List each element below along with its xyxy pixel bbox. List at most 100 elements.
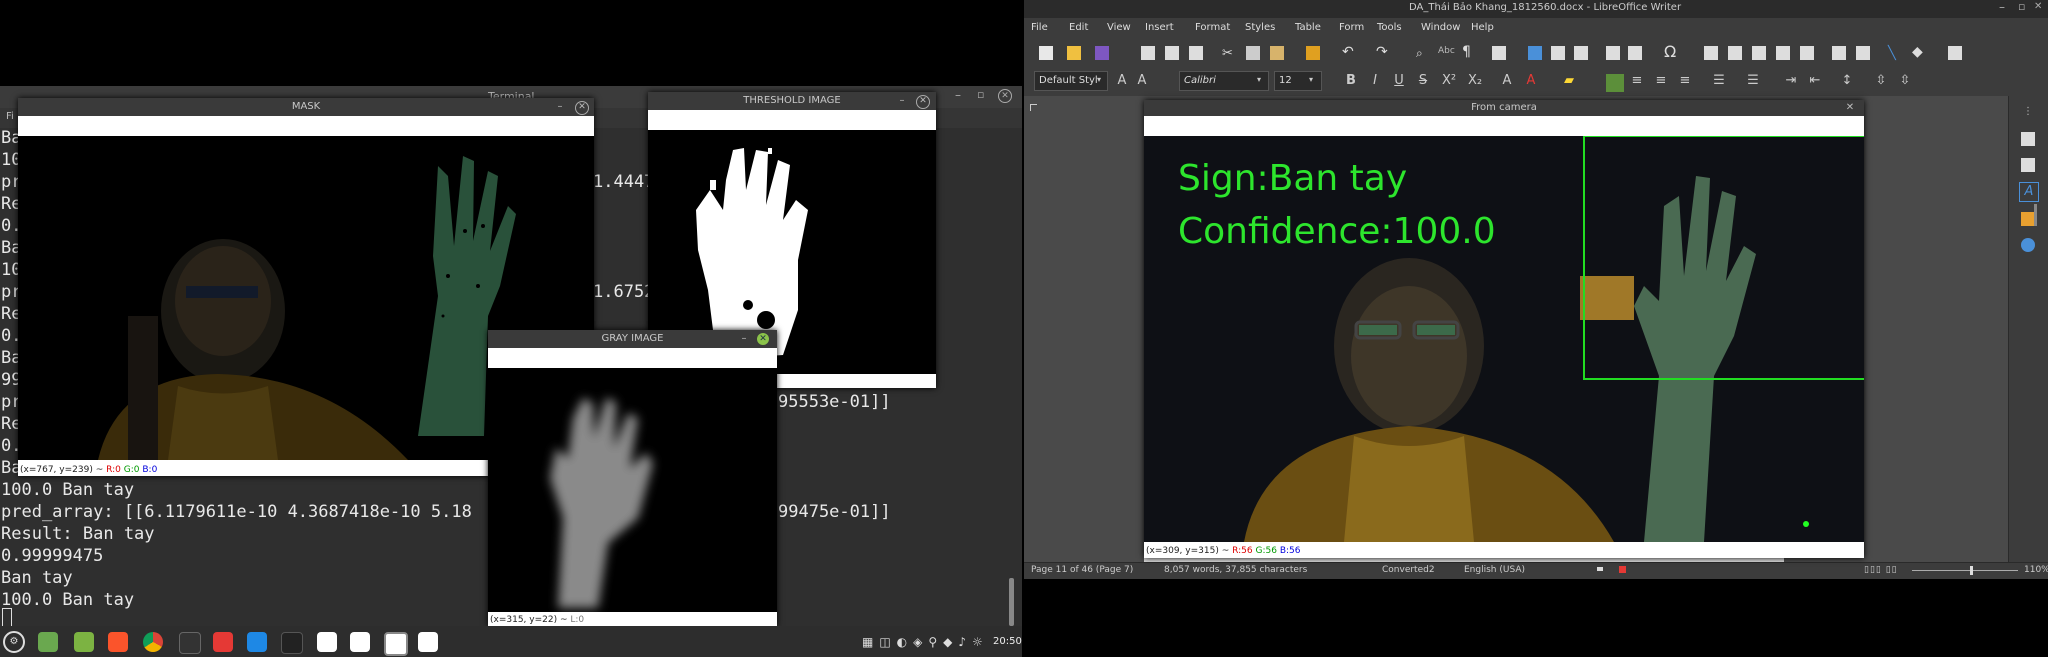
terminal-icon[interactable]: [179, 632, 201, 654]
insert-chart-icon[interactable]: [1551, 46, 1565, 60]
chrome-icon[interactable]: [143, 632, 163, 652]
cross-reference-icon[interactable]: [1800, 46, 1814, 60]
minimize-icon[interactable]: –: [1999, 0, 2005, 14]
pdf-viewer-icon[interactable]: [213, 632, 233, 652]
close-icon[interactable]: ✕: [998, 89, 1012, 103]
decrease-indent-icon[interactable]: ⇤: [1808, 74, 1822, 88]
view-layout-icons[interactable]: ▯▯▯ ▯▯: [1864, 565, 1898, 575]
app-gear-icon[interactable]: [350, 632, 370, 652]
close-icon[interactable]: ✕: [916, 95, 930, 109]
menu-insert[interactable]: Insert: [1145, 22, 1174, 33]
minimize-icon[interactable]: –: [896, 95, 908, 107]
subscript-icon[interactable]: X₂: [1468, 74, 1482, 88]
insert-field-icon[interactable]: [1628, 46, 1642, 60]
page-break-icon[interactable]: [1606, 46, 1620, 60]
basic-shapes-icon[interactable]: ◆: [1912, 44, 1926, 60]
show-desktop-icon[interactable]: [38, 632, 58, 652]
menu-view[interactable]: View: [1107, 22, 1131, 33]
properties-icon[interactable]: [2021, 132, 2035, 146]
justify-icon[interactable]: ≡: [1678, 74, 1692, 88]
sidebar-scrollbar[interactable]: [2034, 204, 2037, 226]
italic-icon[interactable]: I: [1368, 74, 1382, 88]
new-document-icon[interactable]: [1039, 46, 1053, 60]
page-icon[interactable]: [2021, 158, 2035, 172]
numbering-icon[interactable]: ☰: [1746, 74, 1760, 88]
maximize-icon[interactable]: ▫: [2018, 0, 2025, 13]
clear-formatting-icon[interactable]: A: [1500, 74, 1514, 88]
clone-formatting-icon[interactable]: [1306, 46, 1320, 60]
close-icon[interactable]: ✕: [575, 101, 589, 115]
sidebar-menu-icon[interactable]: ⋮: [2023, 106, 2033, 117]
comment-icon[interactable]: [1832, 46, 1846, 60]
paragraph-spacing-icon[interactable]: ⇳: [1874, 74, 1888, 88]
document-modified-icon[interactable]: [1619, 566, 1626, 573]
cut-icon[interactable]: ✂: [1222, 46, 1236, 61]
menu-table[interactable]: Table: [1295, 22, 1321, 33]
font-color-icon[interactable]: A: [1524, 74, 1538, 88]
bookmark-icon[interactable]: [1776, 46, 1790, 60]
print-preview-icon[interactable]: [1189, 46, 1203, 60]
brave-icon[interactable]: [108, 632, 128, 652]
undo-icon[interactable]: ↶: [1342, 44, 1356, 60]
new-style-icon[interactable]: A: [1135, 74, 1149, 88]
navigator-icon[interactable]: [2021, 238, 2035, 252]
line-icon[interactable]: ╲: [1888, 46, 1902, 61]
menu-tools[interactable]: Tools: [1377, 22, 1402, 33]
paragraph-style-dropdown[interactable]: Default Styl ▾: [1034, 71, 1108, 91]
close-icon[interactable]: ✕: [2034, 1, 2042, 12]
page-style[interactable]: Converted2: [1382, 565, 1435, 575]
update-style-icon[interactable]: A: [1115, 74, 1129, 88]
maximize-icon[interactable]: ▫: [977, 88, 984, 101]
menu-file[interactable]: File: [1031, 22, 1048, 33]
terminal2-icon[interactable]: [281, 632, 303, 654]
word-count[interactable]: 8,057 words, 37,855 characters: [1164, 565, 1307, 575]
clock[interactable]: 20:50: [993, 636, 1022, 647]
font-name-dropdown[interactable]: Calibri ▾: [1179, 71, 1269, 91]
terminal-menu-file[interactable]: Fi: [6, 111, 14, 122]
menu-form[interactable]: Form: [1339, 22, 1364, 33]
close-icon[interactable]: ✕: [757, 333, 769, 345]
align-right-icon[interactable]: ≡: [1654, 74, 1668, 88]
files-icon[interactable]: [74, 632, 94, 652]
save-icon[interactable]: [1095, 46, 1109, 60]
menu-edit[interactable]: Edit: [1069, 22, 1088, 33]
styles-icon[interactable]: A: [2019, 182, 2039, 202]
open-folder-icon[interactable]: [1067, 46, 1081, 60]
strikethrough-icon[interactable]: S: [1416, 74, 1430, 88]
spelling-icon[interactable]: Abc: [1438, 46, 1455, 60]
menu-styles[interactable]: Styles: [1245, 22, 1275, 33]
font-size-dropdown[interactable]: 12 ▾: [1274, 71, 1322, 91]
insert-table-icon[interactable]: [1492, 46, 1506, 60]
paste-icon[interactable]: [1270, 46, 1284, 60]
redo-icon[interactable]: ↷: [1376, 44, 1390, 60]
page-count[interactable]: Page 11 of 46 (Page 7): [1031, 565, 1133, 575]
app-gear-icon[interactable]: [384, 632, 408, 656]
menu-help[interactable]: Help: [1471, 22, 1494, 33]
find-replace-icon[interactable]: ⌕: [1416, 46, 1430, 60]
insert-image-icon[interactable]: [1528, 46, 1542, 60]
zoom-level[interactable]: 110%: [2024, 565, 2048, 575]
bullets-icon[interactable]: ☰: [1712, 74, 1726, 88]
align-center-icon[interactable]: ≡: [1630, 74, 1644, 88]
draw-functions-icon[interactable]: [1948, 46, 1962, 60]
app-gear-icon[interactable]: [418, 632, 438, 652]
menu-format[interactable]: Format: [1195, 22, 1230, 33]
writer-icon[interactable]: [247, 632, 267, 652]
hyperlink-icon[interactable]: [1704, 46, 1718, 60]
align-left-icon[interactable]: [1606, 74, 1624, 92]
line-spacing-icon[interactable]: ↕: [1840, 74, 1854, 88]
close-icon[interactable]: ✕: [1844, 102, 1856, 114]
print-icon[interactable]: [1165, 46, 1179, 60]
insert-textbox-icon[interactable]: [1574, 46, 1588, 60]
special-character-icon[interactable]: Ω: [1664, 42, 1678, 61]
underline-icon[interactable]: U: [1392, 74, 1406, 88]
footnote-icon[interactable]: [1728, 46, 1742, 60]
highlight-icon[interactable]: ▰: [1562, 74, 1576, 88]
export-pdf-icon[interactable]: [1141, 46, 1155, 60]
paragraph-spacing2-icon[interactable]: ⇳: [1898, 74, 1912, 88]
track-changes-icon[interactable]: [1856, 46, 1870, 60]
language[interactable]: English (USA): [1464, 565, 1525, 575]
increase-indent-icon[interactable]: ⇥: [1784, 74, 1798, 88]
minimize-icon[interactable]: –: [955, 88, 961, 102]
superscript-icon[interactable]: X²: [1442, 74, 1456, 88]
